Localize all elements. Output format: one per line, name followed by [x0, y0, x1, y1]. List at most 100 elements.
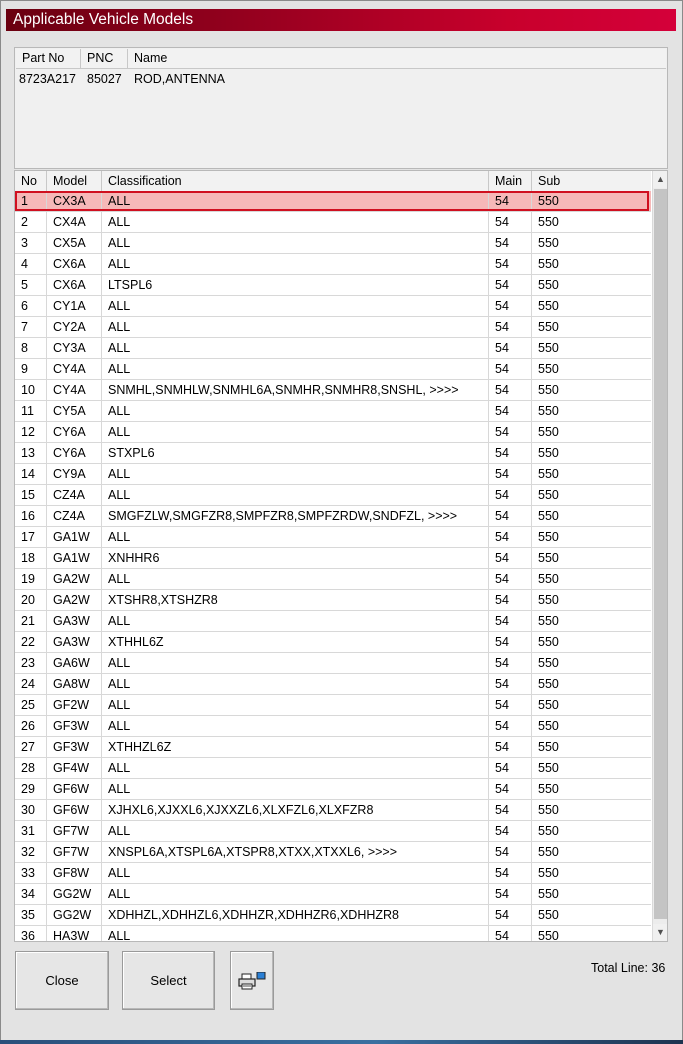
close-button[interactable]: Close	[15, 951, 109, 1010]
header-pnc[interactable]: PNC	[81, 49, 128, 68]
table-row[interactable]: 24 GA8W ALL 54 550	[15, 674, 651, 695]
table-row[interactable]: 17 GA1W ALL 54 550	[15, 527, 651, 548]
grid-header: No Model Classification Main Sub	[15, 171, 651, 192]
table-row[interactable]: 8 CY3A ALL 54 550	[15, 338, 651, 359]
table-row[interactable]: 1 CX3A ALL 54 550	[15, 191, 651, 212]
cell-main: 54	[489, 464, 532, 484]
cell-classification: STXPL6	[102, 443, 489, 463]
cell-main: 54	[489, 695, 532, 715]
cell-main: 54	[489, 401, 532, 421]
scrollbar-thumb[interactable]	[654, 189, 667, 919]
column-header-model[interactable]: Model	[47, 171, 102, 191]
cell-main: 54	[489, 884, 532, 904]
header-part-no[interactable]: Part No	[16, 49, 81, 68]
table-row[interactable]: 4 CX6A ALL 54 550	[15, 254, 651, 275]
cell-sub: 550	[538, 383, 559, 397]
column-header-main[interactable]: Main	[489, 171, 532, 191]
cell-model: CY6A	[47, 422, 102, 442]
cell-sub: 550	[538, 761, 559, 775]
table-row[interactable]: 28 GF4W ALL 54 550	[15, 758, 651, 779]
cell-classification: XTHHZL6Z	[102, 737, 489, 757]
cell-no: 3	[15, 233, 47, 253]
scroll-down-arrow-icon[interactable]: ▼	[653, 924, 667, 941]
table-row[interactable]: 30 GF6W XJHXL6,XJXXL6,XJXXZL6,XLXFZL6,XLXF…	[15, 800, 651, 821]
cell-no: 17	[15, 527, 47, 547]
cell-main: 54	[489, 527, 532, 547]
table-row[interactable]: 33 GF8W ALL 54 550	[15, 863, 651, 884]
cell-main: 54	[489, 758, 532, 778]
table-row[interactable]: 5 CX6A LTSPL6 54 550	[15, 275, 651, 296]
table-row[interactable]: 19 GA2W ALL 54 550	[15, 569, 651, 590]
table-row[interactable]: 14 CY9A ALL 54 550	[15, 464, 651, 485]
cell-model: GA1W	[47, 527, 102, 547]
table-row[interactable]: 11 CY5A ALL 54 550	[15, 401, 651, 422]
cell-model: GG2W	[47, 905, 102, 925]
cell-main: 54	[489, 548, 532, 568]
column-header-sub[interactable]: Sub	[532, 171, 651, 191]
table-row[interactable]: 36 HA3W ALL 54 550	[15, 926, 651, 942]
table-row[interactable]: 15 CZ4A ALL 54 550	[15, 485, 651, 506]
part-info-row[interactable]: 8723A217 85027 ROD,ANTENNA	[19, 71, 225, 88]
cell-model: GF7W	[47, 842, 102, 862]
table-row[interactable]: 16 CZ4A SMGFZLW,SMGFZR8,SMPFZR8,SMPFZRDW,S…	[15, 506, 651, 527]
table-row[interactable]: 23 GA6W ALL 54 550	[15, 653, 651, 674]
cell-no: 16	[15, 506, 47, 526]
column-header-no[interactable]: No	[15, 171, 47, 191]
table-row[interactable]: 2 CX4A ALL 54 550	[15, 212, 651, 233]
scroll-up-arrow-icon[interactable]: ▲	[653, 171, 667, 188]
table-row[interactable]: 18 GA1W XNHHR6 54 550	[15, 548, 651, 569]
table-row[interactable]: 25 GF2W ALL 54 550	[15, 695, 651, 716]
cell-no: 9	[15, 359, 47, 379]
cell-no: 31	[15, 821, 47, 841]
cell-model: CY6A	[47, 443, 102, 463]
cell-sub: 550	[538, 803, 559, 817]
table-row[interactable]: 31 GF7W ALL 54 550	[15, 821, 651, 842]
cell-no: 13	[15, 443, 47, 463]
table-row[interactable]: 6 CY1A ALL 54 550	[15, 296, 651, 317]
cell-model: CY9A	[47, 464, 102, 484]
table-row[interactable]: 21 GA3W ALL 54 550	[15, 611, 651, 632]
title-bar[interactable]: Applicable Vehicle Models	[6, 9, 676, 31]
cell-model: CX5A	[47, 233, 102, 253]
table-row[interactable]: 29 GF6W ALL 54 550	[15, 779, 651, 800]
cell-model: GA6W	[47, 653, 102, 673]
cell-model: GF3W	[47, 737, 102, 757]
table-row[interactable]: 9 CY4A ALL 54 550	[15, 359, 651, 380]
table-row[interactable]: 13 CY6A STXPL6 54 550	[15, 443, 651, 464]
part-info-panel: Part No PNC Name 8723A217 85027 ROD,ANTE…	[14, 47, 668, 169]
table-row[interactable]: 32 GF7W XNSPL6A,XTSPL6A,XTSPR8,XTXX,XTXXL6…	[15, 842, 651, 863]
cell-sub: 550	[538, 362, 559, 376]
cell-main: 54	[489, 296, 532, 316]
cell-main: 54	[489, 653, 532, 673]
table-row[interactable]: 34 GG2W ALL 54 550	[15, 884, 651, 905]
header-name[interactable]: Name	[128, 49, 666, 68]
vertical-scrollbar[interactable]: ▲ ▼	[652, 171, 667, 941]
cell-main: 54	[489, 569, 532, 589]
cell-sub: 550	[538, 845, 559, 859]
cell-sub: 550	[538, 215, 559, 229]
cell-sub: 550	[538, 572, 559, 586]
cell-model: GF7W	[47, 821, 102, 841]
cell-sub: 550	[538, 929, 559, 942]
cell-no: 35	[15, 905, 47, 925]
table-row[interactable]: 12 CY6A ALL 54 550	[15, 422, 651, 443]
cell-main: 54	[489, 338, 532, 358]
cell-model: GG2W	[47, 884, 102, 904]
table-row[interactable]: 27 GF3W XTHHZL6Z 54 550	[15, 737, 651, 758]
cell-no: 14	[15, 464, 47, 484]
select-button[interactable]: Select	[122, 951, 215, 1010]
table-row[interactable]: 35 GG2W XDHHZL,XDHHZL6,XDHHZR,XDHHZR6,XDHH…	[15, 905, 651, 926]
table-row[interactable]: 7 CY2A ALL 54 550	[15, 317, 651, 338]
table-row[interactable]: 20 GA2W XTSHR8,XTSHZR8 54 550	[15, 590, 651, 611]
print-button[interactable]	[230, 951, 274, 1010]
table-row[interactable]: 26 GF3W ALL 54 550	[15, 716, 651, 737]
cell-model: GA1W	[47, 548, 102, 568]
column-header-classification[interactable]: Classification	[102, 171, 489, 191]
table-row[interactable]: 3 CX5A ALL 54 550	[15, 233, 651, 254]
cell-no: 23	[15, 653, 47, 673]
cell-sub: 550	[538, 593, 559, 607]
cell-sub: 550	[538, 677, 559, 691]
table-row[interactable]: 10 CY4A SNMHL,SNMHLW,SNMHL6A,SNMHR,SNMHR8,…	[15, 380, 651, 401]
cell-no: 29	[15, 779, 47, 799]
table-row[interactable]: 22 GA3W XTHHL6Z 54 550	[15, 632, 651, 653]
